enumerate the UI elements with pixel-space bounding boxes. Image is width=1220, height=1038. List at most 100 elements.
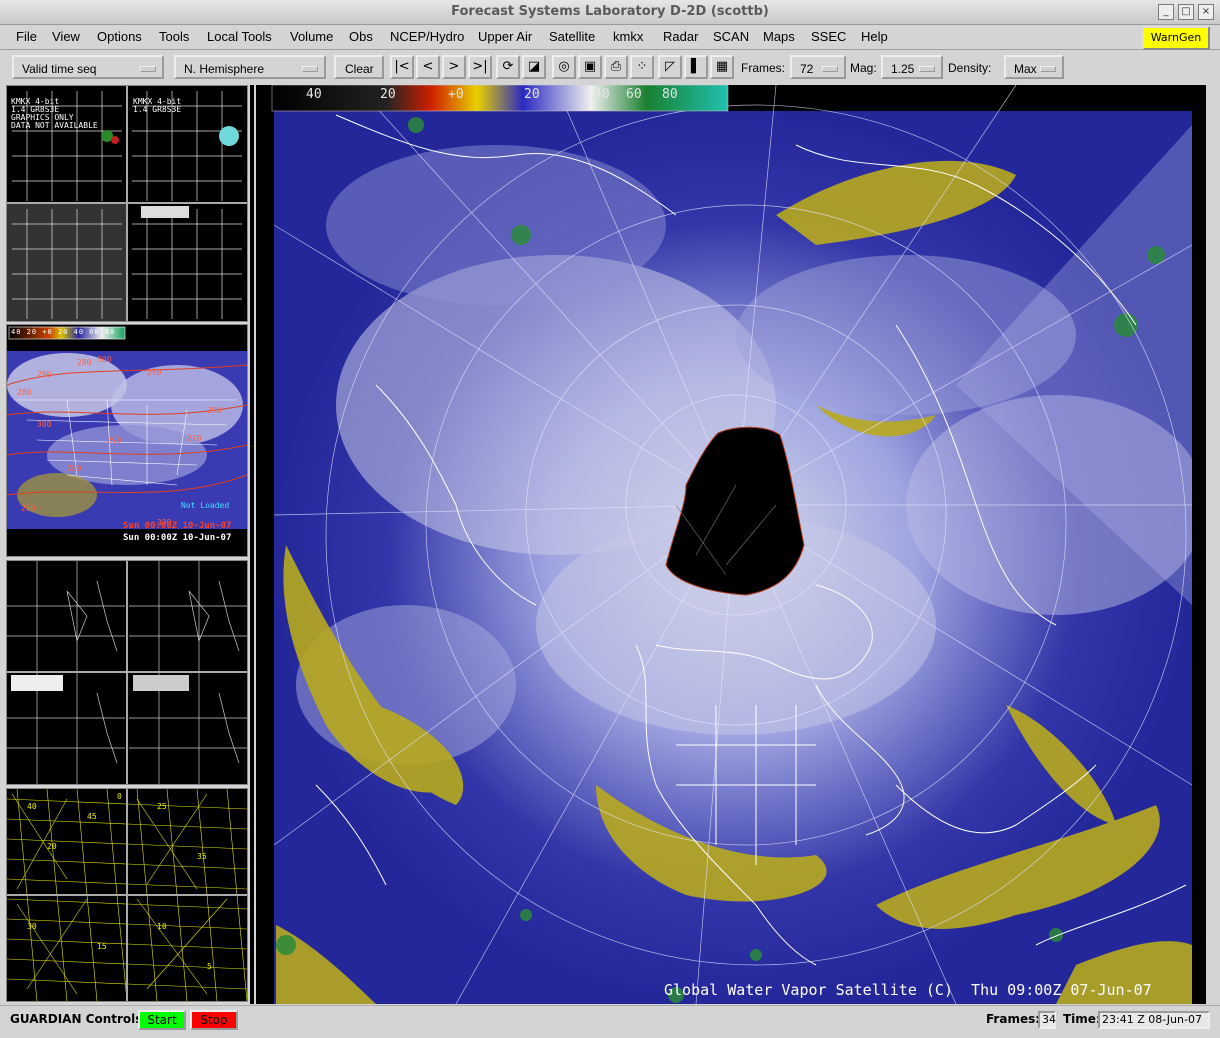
swap-panel-icon[interactable]: ▣ (578, 55, 602, 79)
step-forward-icon[interactable]: > (442, 55, 466, 79)
us-thumb-scale: 40 20 +0 20 40 60 80 (11, 328, 116, 336)
dropdown-indicator-icon (302, 66, 318, 72)
product-name: Global Water Vapor Satellite (C) (664, 981, 953, 999)
colorbar-label: 20 (380, 87, 396, 102)
us-water-vapor-thumb[interactable]: 300 290 280 270 280 290 300 290 280 270 … (6, 324, 248, 557)
first-frame-icon[interactable]: |< (390, 55, 414, 79)
maximize-button[interactable]: □ (1178, 4, 1194, 20)
station-value: 0 (117, 792, 122, 801)
guardian-label: GUARDIAN Controls: (10, 1012, 148, 1026)
projection-dropdown[interactable]: N. Hemisphere (174, 55, 326, 79)
density-label: Density: (948, 61, 992, 75)
clear-button[interactable]: Clear (334, 55, 384, 79)
menu-scan[interactable]: SCAN (713, 29, 749, 44)
menu-ssec[interactable]: SSEC (811, 29, 846, 44)
time-mode-value: Valid time seq (22, 62, 97, 76)
contour-label: 300 (37, 420, 52, 429)
time-mode-dropdown[interactable]: Valid time seq (12, 55, 164, 79)
water-vapor-image (256, 85, 1192, 1004)
menu-local-tools[interactable]: Local Tools (207, 29, 272, 44)
station-value: 45 (87, 812, 97, 821)
single-panel-icon[interactable]: ▌ (684, 55, 708, 79)
minimize-button[interactable]: _ (1158, 4, 1174, 20)
mag-dropdown[interactable]: 1.25 (881, 55, 943, 79)
mag-value: 1.25 (891, 62, 915, 76)
map-caption: Global Water Vapor Satellite (C) Thu 09:… (664, 981, 1152, 999)
left-panel: KMKX 4-bit 1.4 GR8S3E GRAPHICS ONLY DATA… (4, 85, 248, 1004)
zoom-icon[interactable]: ◎ (552, 55, 576, 79)
station-value: 10 (157, 922, 167, 931)
menu-satellite[interactable]: Satellite (549, 29, 595, 44)
close-button[interactable]: × (1198, 4, 1214, 20)
menu-ncep-hydro[interactable]: NCEP/Hydro (390, 29, 464, 44)
frames-value: 72 (800, 62, 814, 76)
contour-label: 280 (17, 388, 32, 397)
menu-file[interactable]: File (16, 29, 37, 44)
status-frames-value: 34 (1038, 1011, 1056, 1029)
station-plot-map: 40 45 20 25 35 30 15 10 5 0 (7, 789, 247, 1001)
menu-volume[interactable]: Volume (290, 29, 333, 44)
frames-label: Frames: (741, 61, 786, 75)
menu-view[interactable]: View (52, 29, 80, 44)
contour-label: 300 (97, 355, 112, 364)
menu-maps[interactable]: Maps (763, 29, 795, 44)
density-value: Max (1014, 62, 1037, 76)
colorbar-labels: 40 20 +0 20 40 60 80 (276, 87, 732, 109)
status-bar: GUARDIAN Controls: Start Stop Frames: 34… (0, 1005, 1220, 1038)
contour-label: 270 (187, 434, 202, 443)
florida-four-panel-thumb[interactable] (6, 560, 248, 785)
colorbar-label: 20 (524, 87, 540, 102)
warngen-button[interactable]: WarnGen (1142, 26, 1210, 50)
station-value: 5 (207, 962, 212, 971)
four-panel-icon[interactable]: ▦ (710, 55, 734, 79)
guardian-stop-button[interactable]: Stop (190, 1010, 238, 1030)
frames-dropdown[interactable]: 72 (790, 55, 846, 79)
mag-label: Mag: (850, 61, 877, 75)
station-value: 15 (97, 942, 107, 951)
dropdown-indicator-icon (822, 66, 838, 72)
contour-label: 290 (37, 370, 52, 379)
cursor-icon[interactable]: ◸ (658, 55, 682, 79)
menu-help[interactable]: Help (861, 29, 888, 44)
image-properties-icon[interactable]: ◪ (522, 55, 546, 79)
last-frame-icon[interactable]: >| (468, 55, 492, 79)
contour-label: 280 (67, 464, 82, 473)
menu-options[interactable]: Options (97, 29, 142, 44)
radar-thumb-product-b: 1.4 GR8S3E (133, 105, 182, 114)
loop-icon[interactable]: ⟳ (496, 55, 520, 79)
contour-label: 290 (207, 406, 222, 415)
us-thumb-valid-time-1: Sun 00:00Z 10-Jun-07 (123, 521, 232, 531)
points-icon[interactable]: ⁘ (630, 55, 654, 79)
contour-label: 280 (77, 358, 92, 367)
print-icon[interactable]: ⎙ (604, 55, 628, 79)
menu-obs[interactable]: Obs (349, 29, 373, 44)
step-back-icon[interactable]: < (416, 55, 440, 79)
contour-label: 290 (107, 436, 122, 445)
menu-tools[interactable]: Tools (159, 29, 189, 44)
colorbar-label: 60 (626, 87, 642, 102)
colorbar-label: +0 (448, 87, 464, 102)
dropdown-indicator-icon (1040, 66, 1056, 72)
colorbar-label: 80 (662, 87, 678, 102)
projection-value: N. Hemisphere (184, 62, 265, 76)
density-dropdown[interactable]: Max (1004, 55, 1064, 79)
station-plot-thumb[interactable]: 40 45 20 25 35 30 15 10 5 0 (6, 788, 248, 1002)
menu-kmkx[interactable]: kmkx (613, 29, 643, 44)
window-title: Forecast Systems Laboratory D-2D (scottb… (451, 4, 769, 19)
contour-label: 290 (21, 504, 36, 513)
colorbar-label: 40 (594, 87, 610, 102)
menu-upper-air[interactable]: Upper Air (478, 29, 532, 44)
station-value: 20 (47, 842, 57, 851)
us-thumb-valid-time-2: Sun 00:00Z 10-Jun-07 (123, 533, 232, 543)
station-value: 25 (157, 802, 167, 811)
station-value: 30 (27, 922, 37, 931)
station-value: 40 (27, 802, 37, 811)
menu-bar: File View Options Tools Local Tools Volu… (0, 25, 1220, 50)
radar-four-panel-thumb[interactable]: KMKX 4-bit 1.4 GR8S3E GRAPHICS ONLY DATA… (6, 85, 248, 322)
toolbar: Valid time seq N. Hemisphere Clear |< < … (0, 51, 1220, 85)
colorbar-label: 40 (306, 87, 322, 102)
contour-label: 270 (147, 368, 162, 377)
main-map-display[interactable]: 40 20 +0 20 40 60 80 Global Water Vapor … (256, 85, 1192, 1004)
guardian-start-button[interactable]: Start (138, 1010, 186, 1030)
menu-radar[interactable]: Radar (663, 29, 698, 44)
